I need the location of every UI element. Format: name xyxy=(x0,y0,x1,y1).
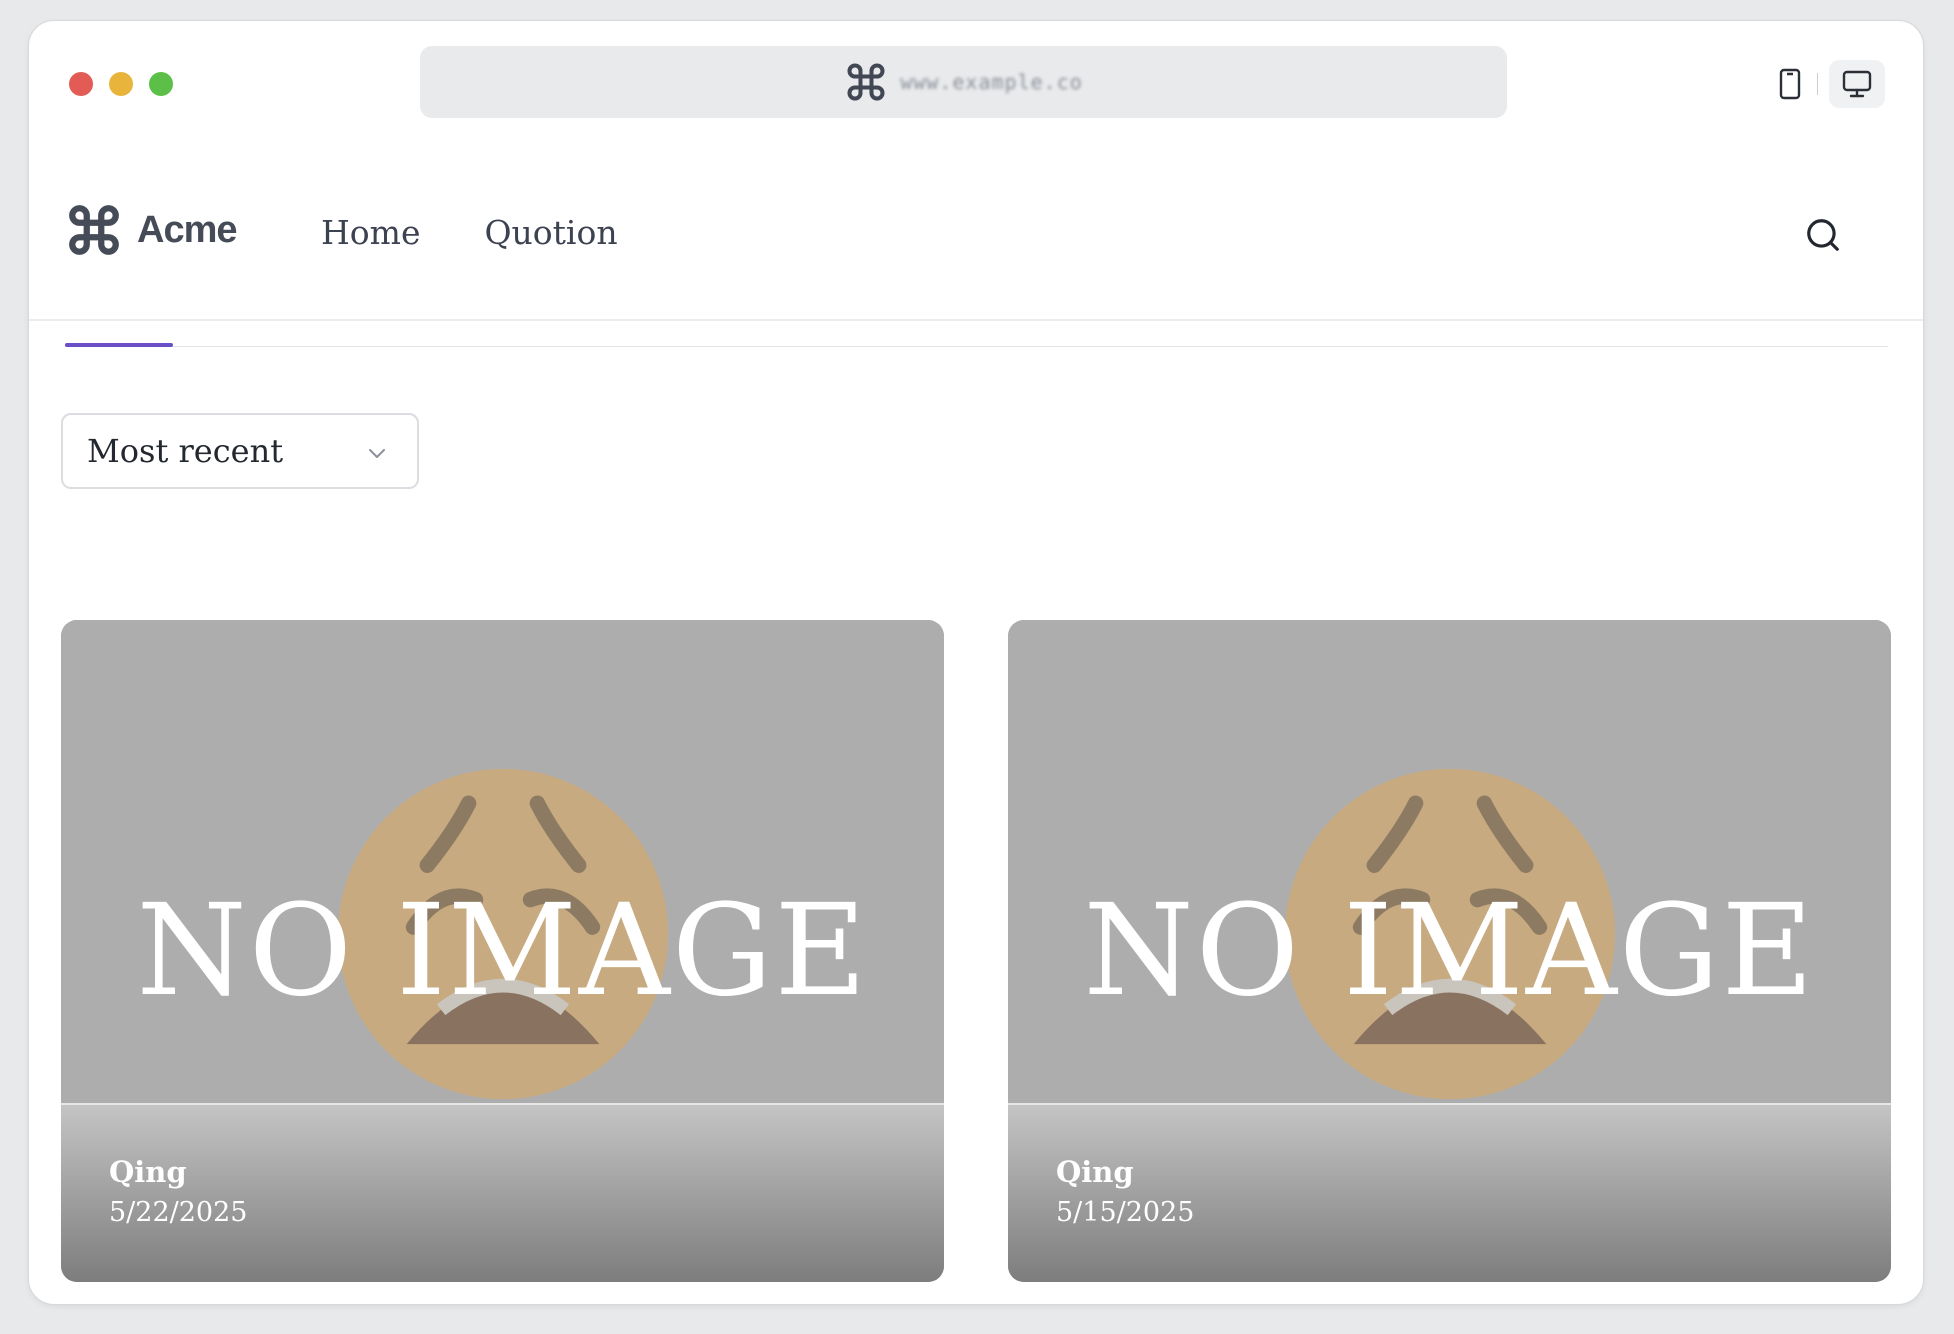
minimize-window-button[interactable] xyxy=(109,72,133,96)
post-card-footer: Qing 5/15/2025 xyxy=(1008,1103,1891,1282)
maximize-window-button[interactable] xyxy=(149,72,173,96)
logo-text: Acme xyxy=(137,208,237,251)
nav-link-quotion[interactable]: Quotion xyxy=(484,213,617,252)
address-bar[interactable]: www.example.co xyxy=(420,46,1507,118)
monitor-icon xyxy=(1842,70,1872,98)
post-card-footer: Qing 5/22/2025 xyxy=(61,1103,944,1282)
post-image-placeholder: NO IMAGE xyxy=(1008,620,1891,1103)
close-window-button[interactable] xyxy=(69,72,93,96)
post-date: 5/22/2025 xyxy=(109,1197,248,1228)
site-header: Acme Home Quotion xyxy=(29,151,1923,319)
sort-selected-value: Most recent xyxy=(87,432,284,470)
url-text: www.example.co xyxy=(900,70,1083,94)
post-date: 5/15/2025 xyxy=(1056,1197,1195,1228)
site-logo[interactable]: Acme xyxy=(65,201,237,259)
post-card[interactable]: NO IMAGE Qing 5/22/2025 xyxy=(61,620,944,1282)
post-author: Qing xyxy=(1056,1155,1134,1189)
browser-toolbar: www.example.co xyxy=(29,21,1923,151)
sort-select[interactable]: Most recent xyxy=(61,413,419,489)
toolbar-divider xyxy=(1817,73,1818,95)
post-author: Qing xyxy=(109,1155,187,1189)
main-nav: Home Quotion xyxy=(321,213,618,252)
tab-bar-line xyxy=(65,346,1888,347)
search-icon xyxy=(1807,219,1839,251)
command-key-icon xyxy=(847,63,885,101)
nav-link-home[interactable]: Home xyxy=(321,213,420,252)
no-image-text: NO IMAGE xyxy=(1083,877,1816,1024)
browser-window: www.example.co Acme Home Quotion Most re… xyxy=(28,20,1924,1305)
post-card[interactable]: NO IMAGE Qing 5/15/2025 xyxy=(1008,620,1891,1282)
no-image-text: NO IMAGE xyxy=(136,877,869,1024)
post-image-placeholder: NO IMAGE xyxy=(61,620,944,1103)
desktop-view-button[interactable] xyxy=(1829,60,1885,108)
command-logo-icon xyxy=(69,205,119,255)
phone-icon xyxy=(1779,68,1801,100)
search-button[interactable] xyxy=(1799,211,1847,259)
header-divider xyxy=(29,319,1923,321)
active-tab-indicator[interactable] xyxy=(65,343,173,347)
mobile-view-button[interactable] xyxy=(1764,60,1816,108)
chevron-down-icon xyxy=(369,449,385,458)
